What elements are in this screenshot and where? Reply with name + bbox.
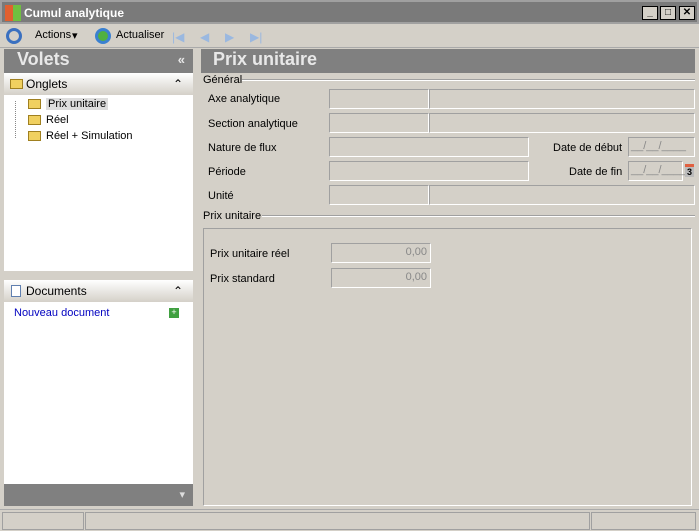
refresh-icon[interactable] <box>95 28 111 44</box>
volets-title: Volets <box>17 49 70 69</box>
tree-item-reel-simulation[interactable]: Réel + Simulation <box>46 130 133 142</box>
left-footer[interactable]: ▾ <box>4 484 193 506</box>
folder-icon <box>28 131 41 141</box>
tree-item-prix-unitaire[interactable]: Prix unitaire <box>46 98 109 110</box>
app-icon <box>5 5 21 21</box>
next-icon[interactable]: ▶ <box>225 30 234 44</box>
periode-label: Période <box>208 166 246 178</box>
last-icon[interactable]: ▶| <box>250 30 262 44</box>
documents-label: Documents <box>26 284 87 298</box>
calendar-icon[interactable]: 3 <box>685 164 694 177</box>
onglets-header[interactable]: Onglets ⌃ <box>4 73 193 95</box>
onglets-label: Onglets <box>26 77 68 91</box>
collapse-up-icon[interactable]: ⌃ <box>173 284 183 298</box>
target-icon[interactable] <box>6 28 22 44</box>
window-title: Cumul analytique <box>24 6 125 20</box>
first-icon[interactable]: |◀ <box>172 30 184 44</box>
page-title: Prix unitaire <box>213 49 318 69</box>
document-icon <box>11 285 21 297</box>
prix-panel <box>203 228 692 506</box>
axe-code-field[interactable] <box>329 89 429 109</box>
date-fin-field[interactable]: __/__/____ <box>628 161 686 181</box>
tree-item-reel[interactable]: Réel <box>46 114 69 126</box>
chevron-down-icon: ▾ <box>72 30 78 42</box>
prix-std-label: Prix standard <box>210 273 275 285</box>
folder-open-icon <box>28 99 41 109</box>
section-code-field[interactable] <box>329 113 429 133</box>
date-fin-label: Date de fin <box>569 166 623 178</box>
date-debut-field[interactable]: __/__/____ <box>628 137 695 157</box>
toolbar: Actions ▾ Actualiser |◀ ◀ ▶ ▶| <box>0 24 699 48</box>
folder-icon <box>28 115 41 125</box>
periode-field[interactable] <box>329 161 529 181</box>
new-document-link[interactable]: Nouveau document <box>14 307 109 319</box>
nature-field[interactable] <box>329 137 529 157</box>
documents-panel: Nouveau document + <box>4 302 193 484</box>
title-bar: Cumul analytique _ □ ✕ <box>0 0 699 24</box>
unite-label: Unité <box>208 190 234 202</box>
add-icon[interactable]: + <box>169 308 179 318</box>
maximize-button[interactable]: □ <box>660 6 676 20</box>
actions-menu[interactable]: Actions <box>35 29 71 41</box>
unite-name-field[interactable] <box>429 185 695 205</box>
section-label: Section analytique <box>208 118 298 130</box>
general-group-label: Général <box>203 74 243 86</box>
axe-name-field[interactable] <box>429 89 695 109</box>
prix-std-field[interactable]: 0,00 <box>331 268 431 288</box>
prix-reel-label: Prix unitaire réel <box>210 248 290 260</box>
collapse-up-icon[interactable]: ⌃ <box>173 77 183 91</box>
tabs-tree: Prix unitaire Réel Réel + Simulation <box>4 95 193 271</box>
page-title-bar: Prix unitaire <box>201 49 695 73</box>
axe-label: Axe analytique <box>208 93 281 105</box>
date-debut-label: Date de début <box>553 142 623 154</box>
collapse-button[interactable]: « <box>178 52 185 67</box>
prix-group-label: Prix unitaire <box>203 210 262 222</box>
prix-reel-field[interactable]: 0,00 <box>331 243 431 263</box>
minimize-button[interactable]: _ <box>642 6 658 20</box>
refresh-button[interactable]: Actualiser <box>116 29 164 41</box>
previous-icon[interactable]: ◀ <box>200 30 209 44</box>
status-bar <box>0 509 699 531</box>
nature-label: Nature de flux <box>208 142 277 154</box>
unite-code-field[interactable] <box>329 185 429 205</box>
documents-header[interactable]: Documents ⌃ <box>4 280 193 302</box>
folder-icon <box>10 79 23 89</box>
close-button[interactable]: ✕ <box>679 6 695 20</box>
volets-header: Volets « <box>4 49 193 73</box>
section-name-field[interactable] <box>429 113 695 133</box>
